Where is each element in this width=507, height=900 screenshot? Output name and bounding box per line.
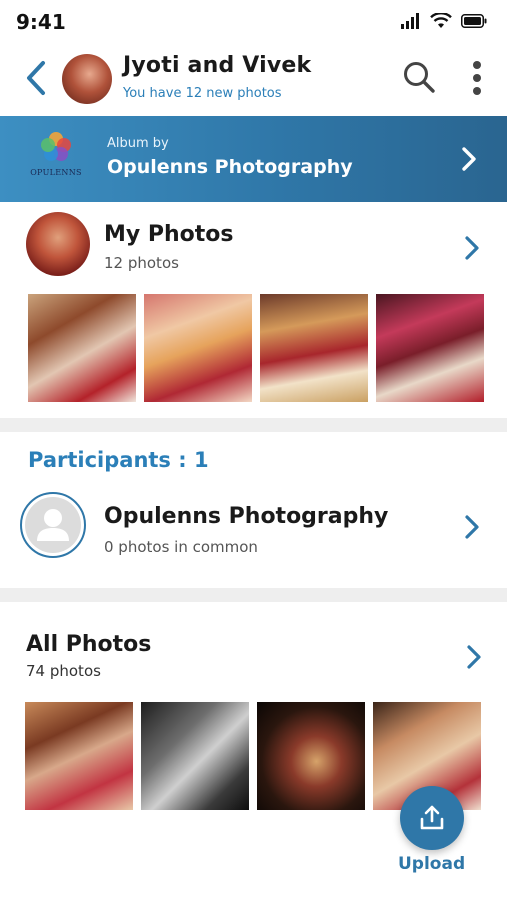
photo-thumbnail[interactable] [257, 702, 365, 810]
back-button[interactable] [20, 58, 52, 98]
status-bar: 9:41 [0, 0, 507, 44]
upload-icon [420, 805, 444, 830]
chevron-right-icon [467, 645, 481, 669]
my-avatar[interactable] [26, 212, 90, 276]
flower-logo-icon [41, 132, 71, 161]
album-header: Jyoti and Vivek You have 12 new photos [0, 44, 507, 116]
album-avatar[interactable] [62, 54, 112, 104]
banner-chevron[interactable] [455, 144, 483, 174]
chevron-right-icon [462, 147, 476, 171]
album-by-caption: Album by [107, 136, 169, 151]
logo-wordmark: OPULENNS [30, 168, 82, 177]
photographer-name: Opulenns Photography [107, 156, 353, 178]
chevron-right-icon [465, 515, 479, 539]
participant-common-count: 0 photos in common [104, 538, 258, 556]
participants-section: Participants : 1 Opulenns Photography 0 … [0, 432, 507, 588]
all-photos-chevron[interactable] [461, 642, 487, 672]
all-photos-title: All Photos [26, 632, 152, 657]
user-icon [37, 509, 69, 541]
search-icon [404, 62, 435, 93]
upload-label[interactable]: Upload [398, 854, 465, 874]
album-by-banner[interactable]: OPULENNS Album by Opulenns Photography [0, 116, 507, 202]
photo-thumbnail[interactable] [25, 702, 133, 810]
participant-name: Opulenns Photography [104, 504, 389, 529]
user-placeholder [25, 497, 81, 553]
chevron-left-icon [27, 61, 45, 95]
album-title: Jyoti and Vivek [123, 53, 312, 78]
section-divider [0, 418, 507, 432]
signal-icon [401, 13, 419, 29]
more-vertical-icon [473, 61, 481, 95]
photo-thumbnail[interactable] [376, 294, 484, 402]
my-photos-title: My Photos [104, 222, 234, 247]
section-divider [0, 588, 507, 602]
participant-chevron[interactable] [459, 512, 485, 542]
photo-thumbnail[interactable] [144, 294, 252, 402]
photographer-logo: OPULENNS [20, 130, 92, 190]
photo-thumbnail[interactable] [260, 294, 368, 402]
photo-thumbnail[interactable] [28, 294, 136, 402]
participants-title: Participants : 1 [28, 448, 209, 472]
all-photos-count: 74 photos [26, 662, 101, 680]
photo-thumbnail[interactable] [141, 702, 249, 810]
search-button[interactable] [400, 58, 438, 96]
participant-avatar[interactable] [20, 492, 86, 558]
status-icons [401, 13, 487, 29]
my-photos-thumbnails [28, 294, 484, 402]
wifi-icon [430, 13, 452, 28]
more-options-button[interactable] [462, 58, 492, 98]
battery-icon [461, 14, 487, 28]
my-photos-count: 12 photos [104, 254, 179, 272]
status-time: 9:41 [16, 10, 66, 34]
upload-button[interactable] [400, 786, 464, 850]
my-photos-chevron[interactable] [459, 233, 485, 263]
chevron-right-icon [465, 236, 479, 260]
my-photos-section: My Photos 12 photos [0, 202, 507, 418]
new-photos-subtitle: You have 12 new photos [123, 86, 282, 101]
